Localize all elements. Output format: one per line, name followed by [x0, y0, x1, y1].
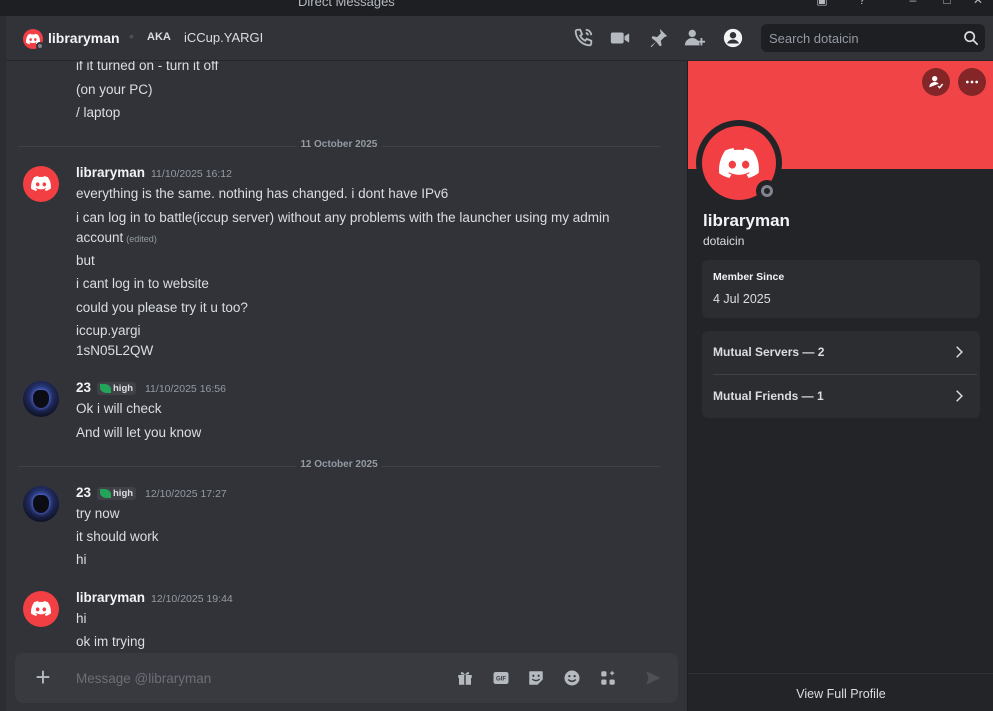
aka-label: AKA — [147, 31, 171, 43]
message-text: hi — [76, 611, 87, 626]
gif-icon[interactable]: GIF — [492, 669, 510, 687]
message-text: And will let you know — [76, 425, 202, 440]
close-icon[interactable]: ✕ — [971, 0, 985, 6]
message-text: (on your PC) — [76, 82, 153, 97]
apps-icon[interactable] — [599, 669, 617, 687]
help-icon[interactable]: ? — [855, 0, 869, 6]
message-timestamp: 12/10/2025 17:27 — [145, 488, 227, 500]
minimize-icon[interactable]: – — [906, 0, 920, 6]
message-author[interactable]: libraryman — [76, 590, 145, 605]
message-text: iccup.yargi — [76, 323, 141, 338]
member-since-card: Member Since 4 Jul 2025 — [702, 260, 980, 318]
server-tag-badge[interactable]: high — [97, 382, 137, 395]
add-friend-button[interactable] — [922, 68, 950, 96]
member-since-value: 4 Jul 2025 — [713, 292, 771, 306]
avatar[interactable] — [23, 486, 59, 522]
add-friends-to-dm-icon[interactable] — [684, 27, 706, 49]
leaf-icon — [100, 489, 111, 498]
window-titlebar: Direct Messages ▣ ? – □ ✕ — [0, 0, 993, 16]
sticker-icon[interactable] — [527, 669, 545, 687]
message-text: ok im trying — [76, 634, 146, 649]
dm-username[interactable]: libraryman — [48, 30, 120, 46]
inbox-icon[interactable]: ▣ — [815, 0, 829, 6]
profile-username: dotaicin — [703, 234, 745, 248]
server-tag-label: high — [113, 383, 134, 394]
message-text: if it turned on - turn it off — [76, 61, 219, 73]
avatar[interactable] — [23, 381, 59, 417]
search-box[interactable] — [761, 24, 985, 52]
mutual-servers-label: Mutual Servers — 2 — [713, 345, 825, 359]
view-full-profile-link[interactable]: View Full Profile — [688, 687, 993, 701]
search-input[interactable] — [761, 24, 956, 52]
send-icon[interactable] — [644, 669, 662, 687]
search-icon[interactable] — [963, 30, 979, 46]
message-text: try now — [76, 506, 120, 521]
message-text: hi — [76, 552, 87, 567]
date-divider-label: 11 October 2025 — [296, 139, 382, 150]
gift-icon[interactable] — [456, 669, 474, 687]
mutual-servers-row[interactable]: Mutual Servers — 2 — [702, 331, 980, 375]
message-text: i can log in to battle(iccup server) wit… — [76, 210, 610, 225]
voice-call-icon[interactable] — [572, 27, 594, 49]
add-attachment-icon[interactable]: + — [31, 664, 55, 690]
message-text: could you please try it u too? — [76, 300, 248, 315]
message-input[interactable] — [76, 664, 436, 692]
profile-avatar[interactable] — [696, 120, 782, 206]
mutual-friends-label: Mutual Friends — 1 — [713, 389, 824, 403]
message-text: / laptop — [76, 105, 121, 120]
window-title: Direct Messages — [298, 0, 395, 9]
chevron-right-icon — [952, 345, 966, 359]
message-timestamp: 11/10/2025 16:56 — [145, 383, 226, 395]
leaf-icon — [100, 384, 111, 393]
avatar[interactable] — [23, 591, 59, 627]
pinned-messages-icon[interactable] — [647, 27, 669, 49]
server-tag-badge[interactable]: high — [97, 487, 137, 500]
more-options-button[interactable] — [958, 68, 986, 96]
svg-text:GIF: GIF — [496, 677, 506, 683]
mutuals-card: Mutual Servers — 2 Mutual Friends — 1 — [702, 331, 980, 418]
chevron-right-icon — [952, 389, 966, 403]
server-tag-label: high — [113, 488, 134, 499]
status-offline-dot — [36, 42, 44, 50]
message-author[interactable]: libraryman — [76, 165, 145, 180]
avatar[interactable] — [23, 166, 59, 202]
profile-display-name: libraryman — [703, 211, 790, 230]
message-text: account (edited) — [76, 230, 157, 245]
emoji-icon[interactable] — [563, 669, 581, 687]
date-divider: 12 October 2025 — [18, 459, 660, 470]
message-timestamp: 12/10/2025 19:44 — [151, 593, 233, 605]
user-profile-panel: libraryman dotaicin Member Since 4 Jul 2… — [687, 61, 993, 711]
header-separator: • — [129, 28, 134, 44]
message-text: Ok i will check — [76, 401, 162, 416]
message-list[interactable]: if it turned on - turn it off (on your P… — [6, 61, 687, 651]
status-offline-indicator — [756, 180, 778, 202]
message-text: i cant log in to website — [76, 276, 209, 291]
message-timestamp: 11/10/2025 16:12 — [151, 168, 232, 180]
edited-label: (edited) — [126, 234, 157, 244]
profile-footer: View Full Profile — [688, 673, 993, 711]
date-divider-label: 12 October 2025 — [296, 459, 382, 470]
message-author[interactable]: 23 — [76, 485, 91, 500]
maximize-icon[interactable]: □ — [940, 0, 954, 6]
message-text: it should work — [76, 529, 159, 544]
message-text: 1sN05L2QW — [76, 343, 154, 358]
member-since-label: Member Since — [713, 271, 785, 283]
mutual-friends-row[interactable]: Mutual Friends — 1 — [702, 375, 980, 419]
message-text: but — [76, 253, 95, 268]
user-profile-toggle-icon[interactable] — [722, 27, 744, 49]
dm-header: libraryman • AKA iCCup.YARGI — [6, 16, 993, 61]
video-call-icon[interactable] — [609, 27, 631, 49]
message-text: everything is the same. nothing has chan… — [76, 186, 449, 201]
message-author[interactable]: 23 — [76, 380, 91, 395]
date-divider: 11 October 2025 — [18, 139, 660, 150]
message-text-part: account — [76, 230, 124, 245]
aka-name: iCCup.YARGI — [184, 30, 264, 45]
message-composer: + GIF — [15, 653, 678, 703]
chat-area: libraryman • AKA iCCup.YARGI if it turne… — [6, 16, 993, 711]
